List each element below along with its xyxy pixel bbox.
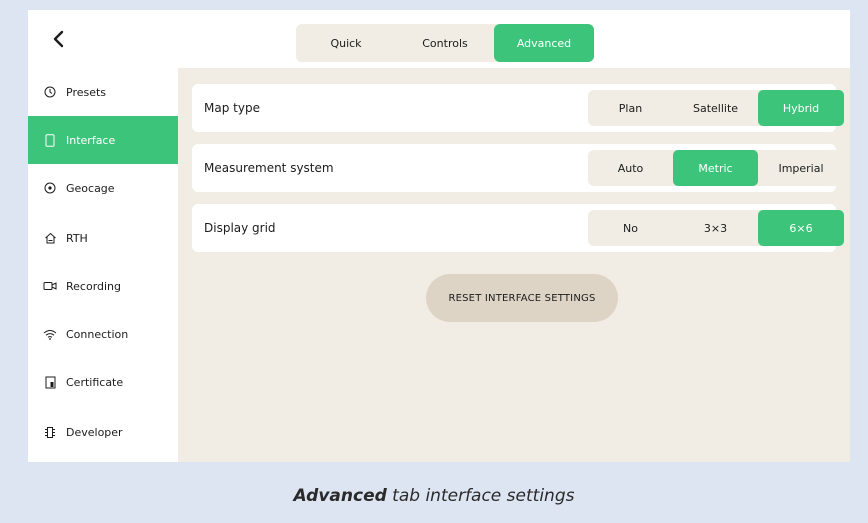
sidebar-item-recording[interactable]: Recording: [28, 262, 178, 310]
back-button[interactable]: [44, 24, 74, 54]
display-grid-option-6x6[interactable]: 6×6: [758, 210, 844, 246]
sidebar-item-label: Recording: [66, 279, 122, 293]
sidebar-item-developer[interactable]: Developer: [28, 408, 178, 456]
map-type-label: Map type: [204, 101, 260, 115]
map-type-row: Map type Plan Satellite Hybrid: [192, 84, 844, 132]
sidebar-item-connection[interactable]: Connection: [28, 310, 178, 358]
settings-panel: Map type Plan Satellite Hybrid Measureme…: [178, 68, 850, 462]
sidebar-item-label: Certificate: [66, 375, 124, 389]
measurement-label: Measurement system: [204, 161, 334, 175]
sidebar-item-geocage[interactable]: Geocage: [28, 164, 178, 212]
chevron-left-icon: [53, 30, 64, 48]
target-icon: [40, 182, 60, 194]
map-type-option-satellite[interactable]: Satellite: [673, 90, 758, 126]
measurement-option-auto[interactable]: Auto: [588, 150, 673, 186]
measurement-option-metric[interactable]: Metric: [673, 150, 758, 186]
sidebar-item-label: Connection: [66, 327, 129, 341]
caption-text: tab interface settings: [386, 486, 575, 506]
sidebar: Presets Interface Geocage RTH Recording: [28, 68, 178, 462]
figure-caption: Advanced tab interface settings: [0, 486, 868, 506]
sidebar-item-label: Interface: [66, 133, 116, 147]
display-grid-selector: No 3×3 6×6: [588, 210, 844, 246]
tab-advanced[interactable]: Advanced: [494, 24, 594, 62]
map-type-option-plan[interactable]: Plan: [588, 90, 673, 126]
phone-icon: [40, 133, 60, 147]
chip-icon: [40, 426, 60, 439]
mode-tabs: Quick Controls Advanced: [296, 24, 594, 62]
settings-window: Quick Controls Advanced Presets Interfac…: [28, 10, 850, 462]
wifi-icon: [40, 329, 60, 340]
map-type-option-hybrid[interactable]: Hybrid: [758, 90, 844, 126]
measurement-selector: Auto Metric Imperial: [588, 150, 844, 186]
sidebar-item-interface[interactable]: Interface: [28, 116, 178, 164]
sidebar-item-rth[interactable]: RTH: [28, 214, 178, 262]
display-grid-option-no[interactable]: No: [588, 210, 673, 246]
tab-controls[interactable]: Controls: [396, 24, 494, 62]
measurement-row: Measurement system Auto Metric Imperial: [192, 144, 844, 192]
reset-interface-button[interactable]: RESET INTERFACE SETTINGS: [426, 274, 618, 322]
sidebar-item-label: Geocage: [66, 181, 115, 195]
display-grid-option-3x3[interactable]: 3×3: [673, 210, 758, 246]
caption-bold: Advanced: [293, 486, 387, 506]
tab-quick[interactable]: Quick: [296, 24, 396, 62]
sidebar-item-certificate[interactable]: Certificate: [28, 358, 178, 406]
clock-icon: [40, 86, 60, 98]
display-grid-label: Display grid: [204, 221, 276, 235]
sidebar-item-label: RTH: [66, 231, 88, 245]
home-icon: [40, 232, 60, 244]
sidebar-item-presets[interactable]: Presets: [28, 68, 178, 116]
sidebar-item-label: Developer: [66, 425, 123, 439]
display-grid-row: Display grid No 3×3 6×6: [192, 204, 844, 252]
sidebar-item-label: Presets: [66, 85, 107, 99]
certificate-icon: [40, 376, 60, 389]
camera-icon: [40, 281, 60, 291]
top-bar: Quick Controls Advanced: [28, 10, 850, 68]
map-type-selector: Plan Satellite Hybrid: [588, 90, 844, 126]
measurement-option-imperial[interactable]: Imperial: [758, 150, 844, 186]
